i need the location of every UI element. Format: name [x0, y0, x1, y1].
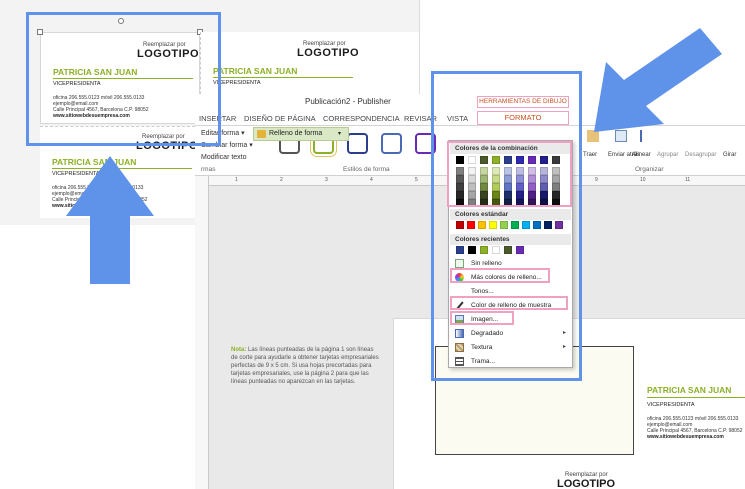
shape-style-4[interactable]: [381, 133, 402, 154]
group-label-arrange: Organizar: [635, 166, 664, 173]
ruler-mark: 5: [415, 177, 418, 183]
ruler-mark: 2: [280, 177, 283, 183]
bring-forward-button[interactable]: Traer: [583, 152, 597, 158]
align-button[interactable]: Alinear: [632, 152, 651, 158]
ruler-mark: 1: [235, 177, 238, 183]
paint-bucket-icon: [257, 130, 266, 138]
highlight-fill-menu: [431, 71, 582, 381]
highlight-selected-card: [26, 12, 221, 146]
tab-mailings[interactable]: CORRESPONDENCIA: [323, 114, 400, 123]
ruler-mark: 4: [370, 177, 373, 183]
card-name: PATRICIA SAN JUAN: [213, 66, 298, 76]
card-website: www.sitiowebdesuempresa.com: [647, 434, 724, 440]
card-name: PATRICIA SAN JUAN: [647, 385, 732, 395]
vertical-ruler: [195, 176, 209, 489]
card-role: VICEPRESIDENTA: [647, 402, 695, 408]
business-card[interactable]: PATRICIA SAN JUAN VICEPRESIDENTA oficina…: [643, 379, 745, 459]
logo-placeholder: LOGOTIPO: [297, 47, 360, 59]
ruler-mark: 11: [685, 177, 691, 183]
group-label-shape-styles: Estilos de forma: [343, 166, 390, 173]
ruler-mark: 3: [325, 177, 328, 183]
ruler-mark: 10: [640, 177, 646, 183]
chevron-down-icon: ▾: [338, 131, 342, 137]
note-label: Nota:: [231, 347, 247, 353]
card-rule: [647, 397, 745, 398]
shape-fill-button[interactable]: Relleno de forma ▾: [253, 127, 349, 141]
shape-style-3[interactable]: [347, 133, 368, 154]
modify-text-button[interactable]: Modificar texto: [201, 154, 247, 161]
tab-page-design[interactable]: DISEÑO DE PÁGINA: [244, 114, 316, 123]
window-title: Publicación2 - Publisher: [305, 97, 391, 106]
group-label-shapes: rmas: [201, 166, 216, 173]
note-text: Nota: Las líneas punteadas de la página …: [231, 346, 381, 386]
ungroup-button[interactable]: Desagrupar: [685, 152, 716, 158]
card-rule: [213, 77, 353, 78]
ruler-mark: 9: [595, 177, 598, 183]
group-button[interactable]: Agrupar: [657, 152, 678, 158]
arrow-up-annotation-icon: [66, 156, 154, 284]
shape-fill-label: Relleno de forma: [269, 130, 323, 137]
logo-placeholder: LOGOTIPO: [557, 478, 616, 489]
rotate-button[interactable]: Girar: [723, 152, 736, 158]
arrow-down-left-annotation-icon: [594, 28, 722, 132]
note-body: Las líneas punteadas de la página 1 son …: [231, 347, 379, 385]
